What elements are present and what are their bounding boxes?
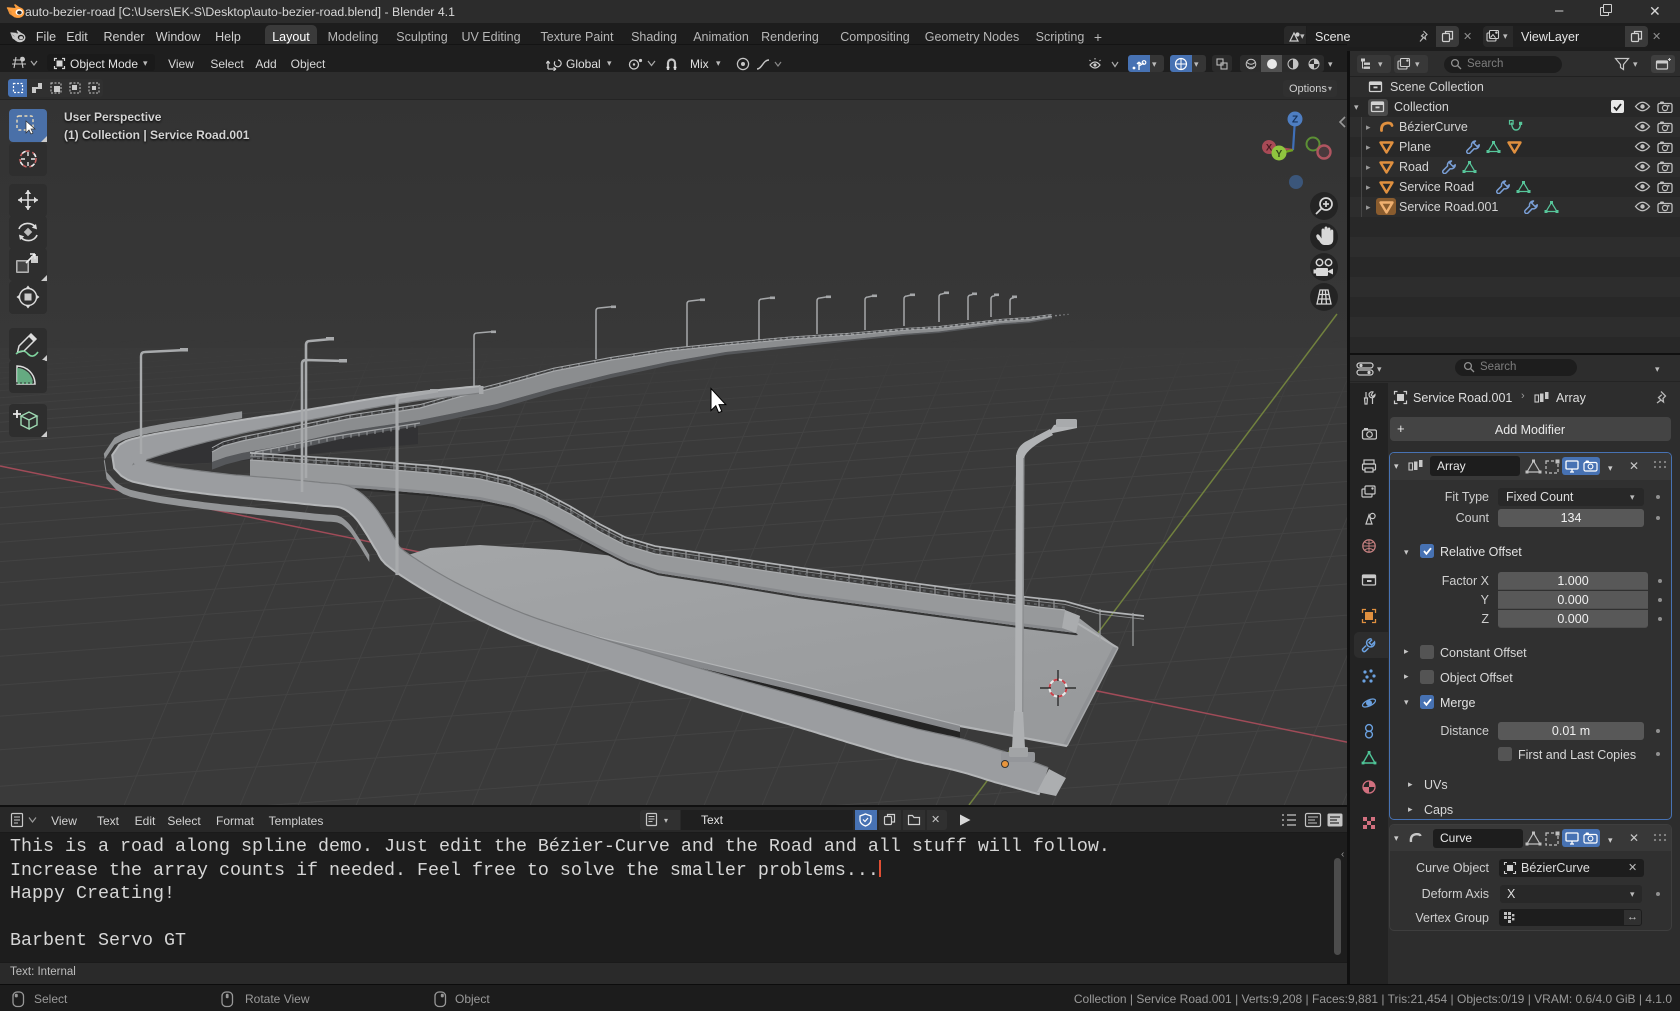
svg-text:Y: Y bbox=[1276, 149, 1283, 160]
svg-text:Z: Z bbox=[1292, 115, 1298, 126]
